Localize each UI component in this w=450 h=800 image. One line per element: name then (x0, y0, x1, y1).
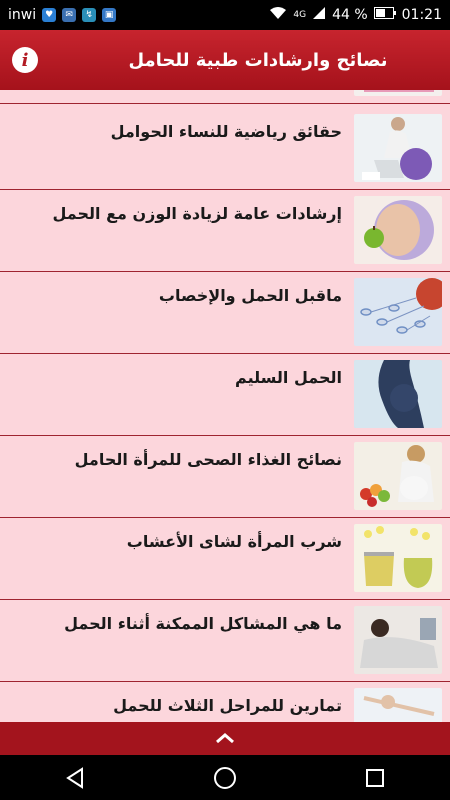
article-thumbnail (354, 688, 442, 722)
article-thumbnail (354, 90, 442, 96)
article-title: حقائق رياضية للنساء الحوامل (110, 122, 342, 141)
articles-list[interactable]: حقائق رياضية للنساء الحوامل إرشادات عامة… (0, 90, 450, 722)
article-thumbnail (354, 442, 442, 510)
back-triangle-icon (66, 766, 83, 789)
article-title: نصائح الغذاء الصحى للمرأة الحامل (74, 450, 342, 469)
list-item[interactable] (0, 90, 450, 104)
list-item[interactable]: ماقبل الحمل والإخصاب (0, 272, 450, 354)
list-item[interactable]: إرشادات عامة لزيادة الوزن مع الحمل (0, 190, 450, 272)
article-thumbnail (354, 114, 442, 182)
chevron-up-icon[interactable] (215, 729, 235, 748)
app-bar: i نصائح وارشادات طبية للحامل (0, 30, 450, 90)
article-thumbnail (354, 360, 442, 428)
list-item[interactable]: حقائق رياضية للنساء الحوامل (0, 108, 450, 190)
recents-button[interactable] (345, 755, 405, 800)
article-thumbnail (354, 278, 442, 346)
list-item[interactable]: ما هي المشاكل الممكنة أثناء الحمل (0, 600, 450, 682)
article-thumbnail (354, 524, 442, 592)
article-title: شرب المرأة لشاى الأعشاب (126, 532, 342, 551)
scroll-top-bar[interactable] (0, 722, 450, 755)
article-title: إرشادات عامة لزيادة الوزن مع الحمل (52, 204, 343, 223)
article-thumbnail (354, 196, 442, 264)
back-button[interactable] (45, 755, 105, 800)
recents-square-icon (366, 768, 384, 787)
list-item[interactable]: شرب المرأة لشاى الأعشاب (0, 518, 450, 600)
home-circle-icon (214, 766, 236, 789)
status-bar: inwi ♥ ✉ ↯ ▣ 4G 44 % 01:21 (0, 0, 450, 30)
wifi-icon (269, 6, 287, 24)
article-title: تمارين للمراحل الثلاث للحمل (113, 696, 342, 715)
usb-icon: ↯ (82, 8, 97, 22)
article-title: ماقبل الحمل والإخصاب (158, 286, 342, 305)
heartbeat-icon: ♥ (42, 8, 57, 22)
article-title: ما هي المشاكل الممكنة أثناء الحمل (64, 614, 342, 633)
home-button[interactable] (195, 755, 255, 800)
article-thumbnail (354, 606, 442, 674)
battery-percent: 44 % (332, 7, 368, 23)
app-title: نصائح وارشادات طبية للحامل (128, 49, 388, 71)
mail-icon: ✉ (62, 8, 77, 22)
network-type: 4G (293, 10, 307, 20)
list-item[interactable]: الحمل السليم (0, 354, 450, 436)
system-nav-bar (0, 755, 450, 800)
carrier-label: inwi (8, 7, 37, 23)
list-item[interactable]: تمارين للمراحل الثلاث للحمل (0, 682, 450, 722)
list-item[interactable]: نصائح الغذاء الصحى للمرأة الحامل (0, 436, 450, 518)
battery-icon (373, 7, 396, 23)
signal-icon (312, 6, 326, 24)
info-icon[interactable]: i (12, 47, 38, 73)
gallery-icon: ▣ (102, 8, 117, 22)
article-title: الحمل السليم (235, 368, 342, 387)
clock: 01:21 (401, 7, 442, 23)
